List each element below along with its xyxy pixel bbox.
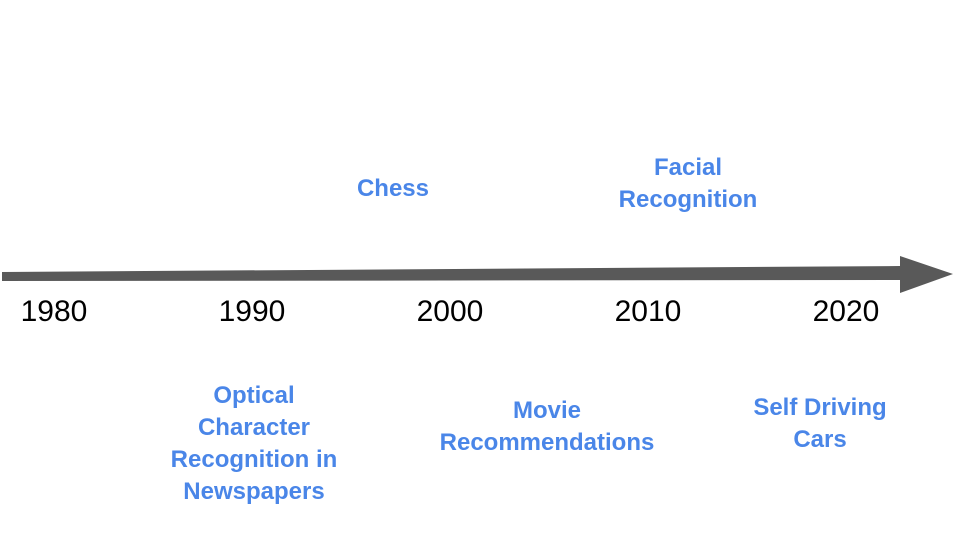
event-facial-recognition: Facial Recognition: [618, 154, 758, 213]
arrow-head-icon: [900, 256, 953, 293]
event-self-driving-cars: Self Driving Cars: [753, 394, 887, 453]
event-chess: Chess: [356, 175, 430, 202]
year-label-1980: 1980: [20, 295, 88, 328]
axis-line: [2, 266, 900, 281]
year-label-2010: 2010: [614, 295, 682, 328]
event-movie-recommendations: Movie Recommendations: [439, 397, 655, 456]
year-label-2000: 2000: [416, 295, 484, 328]
timeline-slide: 1980 1990 2000 2010 2020 Chess Facial Re…: [0, 0, 960, 540]
year-label-1990: 1990: [218, 295, 286, 328]
event-optical-character-recognition: Optical Character Recognition in Newspap…: [170, 382, 338, 505]
year-label-2020: 2020: [812, 295, 880, 328]
